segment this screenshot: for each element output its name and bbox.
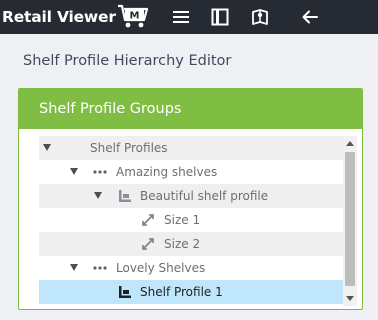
panel-icon[interactable] — [210, 7, 230, 27]
logo-text: Retail Viewer — [2, 8, 116, 26]
top-bar: Retail Viewer M — [0, 0, 378, 34]
tree-item-label: Shelf Profile 1 — [140, 285, 223, 299]
shelf-profile-icon — [117, 188, 133, 204]
list-icon[interactable] — [171, 7, 191, 27]
dots-icon — [92, 260, 108, 276]
panel-header: Shelf Profile Groups — [19, 89, 362, 129]
shelf-profile-groups-panel: Shelf Profile Groups Shelf Profiles Amaz… — [18, 88, 363, 310]
tree-item-label: Amazing shelves — [116, 165, 218, 179]
back-arrow-icon[interactable] — [300, 7, 320, 27]
app-logo[interactable]: Retail Viewer M — [2, 4, 149, 29]
dots-icon — [92, 164, 108, 180]
expand-toggle-icon[interactable] — [70, 168, 78, 175]
book-pin-icon[interactable] — [250, 7, 270, 27]
logo-badge: M — [129, 11, 139, 22]
expand-toggle-icon[interactable] — [70, 264, 78, 271]
tree-item-label: Size 2 — [164, 237, 201, 251]
resize-icon — [140, 212, 156, 228]
tree-row-size-2[interactable]: Size 2 — [39, 232, 343, 256]
resize-icon — [140, 236, 156, 252]
tree-row-size-1[interactable]: Size 1 — [39, 208, 343, 232]
tree-scrollbar[interactable] — [343, 136, 357, 306]
tree-item-label: Size 1 — [164, 213, 201, 227]
scroll-thumb[interactable] — [345, 152, 355, 286]
hierarchy-tree: Shelf Profiles Amazing shelves Beautiful… — [39, 136, 343, 306]
page-title: Shelf Profile Hierarchy Editor — [23, 53, 232, 69]
tree-row-amazing-shelves[interactable]: Amazing shelves — [39, 160, 343, 184]
scroll-down-arrow-icon[interactable] — [346, 296, 354, 301]
scroll-up-arrow-icon[interactable] — [346, 141, 354, 146]
tree-row-shelf-profiles[interactable]: Shelf Profiles — [39, 136, 343, 160]
tree-row-shelf-profile-1[interactable]: Shelf Profile 1 — [39, 280, 343, 304]
tree-item-label: Beautiful shelf profile — [140, 189, 269, 203]
tree-row-lovely-shelves[interactable]: Lovely Shelves — [39, 256, 343, 280]
cart-logo-icon: M — [117, 4, 148, 28]
expand-toggle-icon[interactable] — [94, 192, 102, 199]
tree-row-beautiful-shelf-profile[interactable]: Beautiful shelf profile — [39, 184, 343, 208]
expand-toggle-icon[interactable] — [43, 144, 51, 151]
tree-item-label: Lovely Shelves — [116, 261, 206, 275]
shelf-profile-icon — [117, 284, 133, 300]
tree-item-label: Shelf Profiles — [90, 141, 168, 155]
